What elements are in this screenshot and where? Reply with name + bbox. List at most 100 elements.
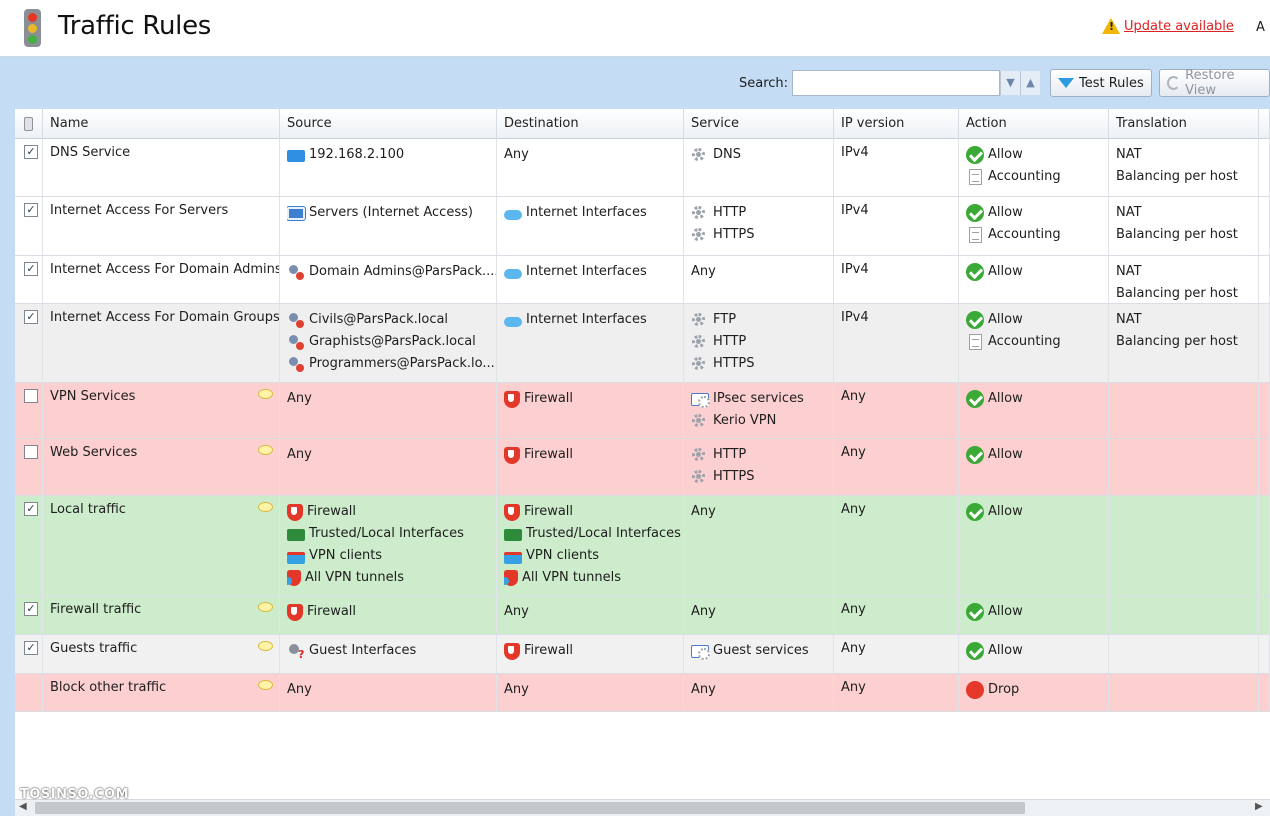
rule-source-cell[interactable]: Guest Interfaces bbox=[280, 635, 497, 673]
table-row[interactable]: ✓ DNS Service 192.168.2.100 Any DNS IPv4 Allow… bbox=[15, 139, 1270, 197]
table-row[interactable]: ✓ Guests traffic Guest Interfaces Firewall G… bbox=[15, 635, 1270, 674]
column-header-translation[interactable]: Translation bbox=[1109, 109, 1259, 139]
rule-source-cell[interactable]: Domain Admins@ParsPack.... bbox=[280, 256, 497, 303]
rule-enabled-checkbox[interactable]: ✓ bbox=[24, 203, 38, 217]
rule-name-cell[interactable]: Firewall traffic bbox=[43, 596, 280, 634]
test-rules-button[interactable]: Test Rules bbox=[1050, 69, 1152, 97]
rule-ip-version-cell[interactable]: Any bbox=[834, 383, 959, 438]
rule-ip-version-cell[interactable]: IPv4 bbox=[834, 256, 959, 303]
rule-source-cell[interactable]: Firewall Trusted/Local Interfaces VPN clie… bbox=[280, 496, 497, 595]
rule-action-cell[interactable]: Drop bbox=[959, 674, 1109, 711]
table-row[interactable]: ✓ Internet Access For Domain Groups Civils… bbox=[15, 304, 1270, 383]
comment-icon[interactable] bbox=[258, 680, 273, 690]
table-row[interactable]: ✓ Internet Access For Servers Servers (Int… bbox=[15, 197, 1270, 256]
rule-ip-version-cell[interactable]: Any bbox=[834, 496, 959, 595]
rule-source-cell[interactable]: Any bbox=[280, 674, 497, 711]
search-down-icon[interactable]: ▼ bbox=[1000, 71, 1020, 95]
search-input[interactable] bbox=[792, 70, 1000, 96]
rule-name-cell[interactable]: Internet Access For Servers bbox=[43, 197, 280, 255]
horizontal-scrollbar[interactable]: ◀ ▶ bbox=[15, 799, 1270, 816]
rule-translation-cell[interactable] bbox=[1109, 496, 1259, 595]
column-header-enabled[interactable] bbox=[15, 109, 43, 139]
table-row[interactable]: Block other traffic Any Any Any Any Drop bbox=[15, 674, 1270, 712]
rule-translation-cell[interactable] bbox=[1109, 674, 1259, 711]
rule-action-cell[interactable]: Allow bbox=[959, 596, 1109, 634]
rule-source-cell[interactable]: Firewall bbox=[280, 596, 497, 634]
table-row[interactable]: VPN Services Any Firewall IPsec services Ker… bbox=[15, 383, 1270, 439]
rule-ip-version-cell[interactable]: Any bbox=[834, 439, 959, 495]
rule-translation-cell[interactable] bbox=[1109, 596, 1259, 634]
comment-icon[interactable] bbox=[258, 445, 273, 455]
table-row[interactable]: ✓ Internet Access For Domain Admins Domain… bbox=[15, 256, 1270, 304]
rule-name-cell[interactable]: Web Services bbox=[43, 439, 280, 495]
rule-service-cell[interactable]: Any bbox=[684, 596, 834, 634]
rule-destination-cell[interactable]: Any bbox=[497, 596, 684, 634]
rule-ip-version-cell[interactable]: Any bbox=[834, 674, 959, 711]
rule-translation-cell[interactable]: NAT Balancing per host bbox=[1109, 256, 1259, 303]
rule-enabled-checkbox[interactable] bbox=[24, 445, 38, 459]
rule-destination-cell[interactable]: Internet Interfaces bbox=[497, 304, 684, 382]
column-header-action[interactable]: Action bbox=[959, 109, 1109, 139]
rule-ip-version-cell[interactable]: Any bbox=[834, 635, 959, 673]
rule-action-cell[interactable]: Allow bbox=[959, 496, 1109, 595]
rule-ip-version-cell[interactable]: IPv4 bbox=[834, 139, 959, 196]
rule-service-cell[interactable]: Any bbox=[684, 496, 834, 595]
rule-source-cell[interactable]: 192.168.2.100 bbox=[280, 139, 497, 196]
rule-enabled-checkbox[interactable]: ✓ bbox=[24, 262, 38, 276]
column-header-ip-version[interactable]: IP version bbox=[834, 109, 959, 139]
rule-service-cell[interactable]: HTTP HTTPS bbox=[684, 197, 834, 255]
rule-destination-cell[interactable]: Firewall bbox=[497, 635, 684, 673]
rule-name-cell[interactable]: Internet Access For Domain Groups bbox=[43, 304, 280, 382]
rule-enabled-checkbox[interactable]: ✓ bbox=[24, 641, 38, 655]
rule-name-cell[interactable]: Guests traffic bbox=[43, 635, 280, 673]
rule-action-cell[interactable]: Allow bbox=[959, 256, 1109, 303]
rule-name-cell[interactable]: Local traffic bbox=[43, 496, 280, 595]
rule-enabled-checkbox[interactable] bbox=[24, 389, 38, 403]
rule-translation-cell[interactable]: NAT Balancing per host bbox=[1109, 304, 1259, 382]
rule-service-cell[interactable]: Any bbox=[684, 256, 834, 303]
rule-name-cell[interactable]: Internet Access For Domain Admins bbox=[43, 256, 280, 303]
rule-service-cell[interactable]: Any bbox=[684, 674, 834, 711]
rule-action-cell[interactable]: Allow Accounting bbox=[959, 304, 1109, 382]
rule-name-cell[interactable]: DNS Service bbox=[43, 139, 280, 196]
comment-icon[interactable] bbox=[258, 641, 273, 651]
rule-ip-version-cell[interactable]: IPv4 bbox=[834, 197, 959, 255]
rule-destination-cell[interactable]: Firewall bbox=[497, 439, 684, 495]
rule-translation-cell[interactable]: NAT Balancing per host bbox=[1109, 197, 1259, 255]
update-available-link[interactable]: Update available bbox=[1124, 19, 1234, 34]
comment-icon[interactable] bbox=[258, 502, 273, 512]
column-header-service[interactable]: Service bbox=[684, 109, 834, 139]
scroll-left-icon[interactable]: ◀ bbox=[19, 801, 27, 812]
rule-action-cell[interactable]: Allow Accounting bbox=[959, 139, 1109, 196]
rule-ip-version-cell[interactable]: IPv4 bbox=[834, 304, 959, 382]
rule-destination-cell[interactable]: Any bbox=[497, 674, 684, 711]
rule-enabled-checkbox[interactable]: ✓ bbox=[24, 145, 38, 159]
rule-translation-cell[interactable] bbox=[1109, 439, 1259, 495]
rule-source-cell[interactable]: Any bbox=[280, 439, 497, 495]
column-header-more[interactable] bbox=[1259, 109, 1270, 139]
rule-destination-cell[interactable]: Firewall Trusted/Local Interfaces VPN clie… bbox=[497, 496, 684, 595]
rule-name-cell[interactable]: Block other traffic bbox=[43, 674, 280, 711]
update-notice[interactable]: Update available bbox=[1102, 18, 1234, 34]
table-row[interactable]: ✓ Local traffic Firewall Trusted/Local Inte… bbox=[15, 496, 1270, 596]
comment-icon[interactable] bbox=[258, 602, 273, 612]
table-row[interactable]: ✓ Firewall traffic Firewall Any Any Any Allow bbox=[15, 596, 1270, 635]
rule-name-cell[interactable]: VPN Services bbox=[43, 383, 280, 438]
search-up-icon[interactable]: ▲ bbox=[1020, 71, 1040, 95]
rule-enabled-checkbox[interactable]: ✓ bbox=[24, 310, 38, 324]
column-header-destination[interactable]: Destination bbox=[497, 109, 684, 139]
restore-view-button[interactable]: Restore View bbox=[1159, 68, 1270, 98]
scroll-right-icon[interactable]: ▶ bbox=[1255, 801, 1263, 812]
table-row[interactable]: Web Services Any Firewall HTTP HTTPS Any Allow bbox=[15, 439, 1270, 496]
rule-service-cell[interactable]: FTP HTTP HTTPS bbox=[684, 304, 834, 382]
rule-ip-version-cell[interactable]: Any bbox=[834, 596, 959, 634]
rule-destination-cell[interactable]: Any bbox=[497, 139, 684, 196]
rule-service-cell[interactable]: HTTP HTTPS bbox=[684, 439, 834, 495]
comment-icon[interactable] bbox=[258, 389, 273, 399]
rule-action-cell[interactable]: Allow bbox=[959, 635, 1109, 673]
rule-enabled-checkbox[interactable]: ✓ bbox=[24, 502, 38, 516]
rule-translation-cell[interactable] bbox=[1109, 635, 1259, 673]
rule-source-cell[interactable]: Servers (Internet Access) bbox=[280, 197, 497, 255]
scrollbar-thumb[interactable] bbox=[35, 802, 1025, 814]
rule-action-cell[interactable]: Allow bbox=[959, 383, 1109, 438]
